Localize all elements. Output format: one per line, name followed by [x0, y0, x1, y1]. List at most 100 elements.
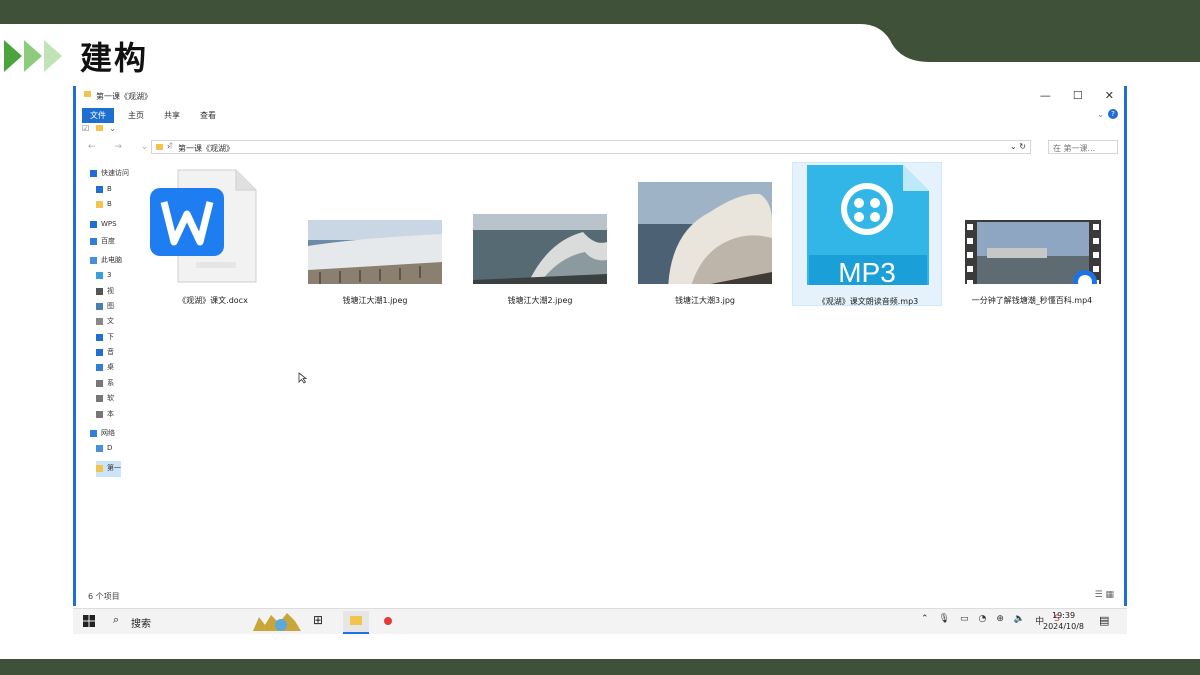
- chevron-down-icon[interactable]: ⌄: [1097, 110, 1104, 119]
- sidebar-item-label: 网络: [101, 429, 115, 437]
- sidebar-item[interactable]: B: [96, 182, 112, 198]
- sidebar-item[interactable]: 文: [96, 314, 114, 330]
- view-toggle-icons[interactable]: ☰ ▦: [1095, 590, 1114, 600]
- folder-icon[interactable]: [95, 125, 103, 131]
- notification-icon[interactable]: ▤: [1099, 614, 1109, 627]
- widgets-icon[interactable]: [251, 611, 303, 632]
- sidebar-item[interactable]: 第一: [96, 461, 121, 477]
- pin-icon: [96, 185, 103, 193]
- video-icon: [96, 288, 103, 296]
- minimize-button[interactable]: —: [1040, 89, 1051, 102]
- sidebar-item-label: B: [107, 200, 112, 208]
- file-name: 一分钟了解钱塘潮_秒懂百科.mp4: [971, 296, 1093, 305]
- file-type-badge: MP3: [838, 257, 896, 288]
- volume-icon[interactable]: 🔈: [1014, 614, 1025, 627]
- cube-icon: [96, 272, 103, 280]
- address-row: ← → ⌄ ↑ › 第一课《观湖》 ⌄ ↻ 在 第一课...: [76, 140, 1124, 156]
- video-thumbnail: [965, 220, 1101, 284]
- refresh-icon[interactable]: ⌄ ↻: [1010, 142, 1026, 151]
- sidebar-item[interactable]: 此电脑: [90, 253, 122, 269]
- windows-start-icon[interactable]: [83, 615, 95, 627]
- sidebar-item[interactable]: 3: [96, 268, 111, 284]
- bottom-band: [0, 659, 1200, 675]
- chevron-decoration: [4, 40, 62, 72]
- cloud-icon: [90, 221, 97, 229]
- sidebar-item[interactable]: 图: [96, 299, 114, 315]
- file-item[interactable]: MP3 《观湖》课文朗读音频.mp3: [792, 162, 942, 306]
- sidebar-item[interactable]: 本: [96, 407, 114, 423]
- microphone-icon[interactable]: 🎙: [939, 614, 950, 627]
- record-icon: [384, 617, 392, 625]
- address-bar[interactable]: › 第一课《观湖》 ⌄ ↻: [151, 140, 1031, 154]
- sidebar-item[interactable]: D: [96, 441, 112, 457]
- mouse-cursor-icon: [298, 372, 308, 384]
- sidebar-item-label: 系: [107, 379, 114, 387]
- search-icon[interactable]: ⌕: [113, 613, 119, 627]
- sidebar-item[interactable]: 快速访问: [90, 166, 129, 182]
- close-button[interactable]: ✕: [1105, 89, 1114, 102]
- image-thumbnail: [308, 220, 442, 284]
- sidebar-item[interactable]: 百度: [90, 234, 115, 250]
- computer-icon: [96, 445, 103, 453]
- sidebar-item[interactable]: WPS: [90, 217, 117, 233]
- breadcrumb[interactable]: 第一课《观湖》: [178, 143, 234, 154]
- folder-icon: [350, 616, 362, 625]
- sidebar-item-label: 软: [107, 394, 114, 402]
- tab-file[interactable]: 文件: [82, 108, 114, 123]
- document-icon: [96, 318, 103, 326]
- folder-icon: [156, 144, 163, 150]
- sidebar-item[interactable]: B: [96, 197, 112, 213]
- help-icon[interactable]: ?: [1108, 109, 1118, 119]
- file-item[interactable]: 《观湖》课文.docx: [138, 162, 288, 306]
- chevron-down-icon[interactable]: ⌄: [109, 124, 116, 133]
- file-item[interactable]: 钱塘江大潮1.jpeg: [300, 162, 450, 306]
- computer-icon: [90, 257, 97, 265]
- sidebar-item-label: 此电脑: [101, 256, 122, 264]
- folder-icon: [84, 91, 91, 97]
- sidebar-item[interactable]: 系: [96, 376, 114, 392]
- sidebar-item-label: D: [107, 444, 113, 452]
- system-tray: ⌃ 🎙 ▭ ◔ ⊕ 🔈 中 S: [921, 614, 1060, 627]
- star-icon: [90, 170, 97, 178]
- task-view-icon[interactable]: ⊞: [313, 613, 331, 629]
- file-name: 钱塘江大潮3.jpg: [674, 296, 735, 305]
- wifi-icon[interactable]: ◔: [979, 614, 987, 627]
- search-input[interactable]: 在 第一课...: [1048, 140, 1118, 154]
- sidebar-item[interactable]: 音: [96, 345, 114, 361]
- file-explorer-taskbar-icon[interactable]: [343, 611, 369, 634]
- recorder-taskbar-icon[interactable]: [379, 613, 399, 629]
- file-name: 钱塘江大潮2.jpeg: [507, 296, 573, 305]
- top-corner-decoration: [860, 0, 1200, 62]
- file-name: 《观湖》课文.docx: [178, 296, 248, 305]
- sidebar-item-label: 第一: [107, 464, 121, 472]
- file-item[interactable]: 钱塘江大潮2.jpeg: [465, 162, 615, 306]
- sidebar-item-label: 3: [107, 271, 112, 279]
- sidebar-item[interactable]: 视: [96, 284, 114, 300]
- globe-icon[interactable]: ⊕: [996, 614, 1004, 627]
- music-icon: [96, 349, 103, 357]
- file-item[interactable]: 钱塘江大潮3.jpg: [630, 162, 780, 306]
- sidebar-item-label: 本: [107, 410, 114, 418]
- slide-heading: 建构: [80, 39, 149, 77]
- app-icon: [90, 238, 97, 246]
- taskbar-clock[interactable]: 19:39 2024/10/8: [1043, 610, 1084, 632]
- sidebar-item-label: 视: [107, 287, 114, 295]
- maximize-button[interactable]: ☐: [1073, 89, 1083, 102]
- battery-icon[interactable]: ▭: [960, 614, 969, 627]
- taskbar-search[interactable]: 搜索: [131, 615, 151, 630]
- file-explorer-window: 第一课《观湖》 — ☐ ✕ 文件 主页 共享 查看 ⌄ ? ☑ ⌄ ← → ⌄ …: [73, 86, 1127, 606]
- sidebar-item[interactable]: 软: [96, 391, 114, 407]
- sidebar-item[interactable]: 桌: [96, 360, 114, 376]
- tab-home[interactable]: 主页: [120, 108, 152, 123]
- chevron-up-icon[interactable]: ⌃: [921, 614, 929, 627]
- breadcrumb-separator-icon: ›: [167, 142, 171, 151]
- sidebar-item-label: 音: [107, 348, 114, 356]
- file-name: 《观湖》课文朗读音频.mp3: [817, 297, 919, 306]
- tab-share[interactable]: 共享: [156, 108, 188, 123]
- tab-view[interactable]: 查看: [192, 108, 224, 123]
- sidebar-item[interactable]: 下: [96, 330, 114, 346]
- sidebar-item-label: 图: [107, 302, 114, 310]
- checkbox-icon[interactable]: ☑: [82, 124, 89, 133]
- sidebar-item[interactable]: 网络: [90, 426, 115, 442]
- file-item[interactable]: 一分钟了解钱塘潮_秒懂百科.mp4: [957, 162, 1107, 306]
